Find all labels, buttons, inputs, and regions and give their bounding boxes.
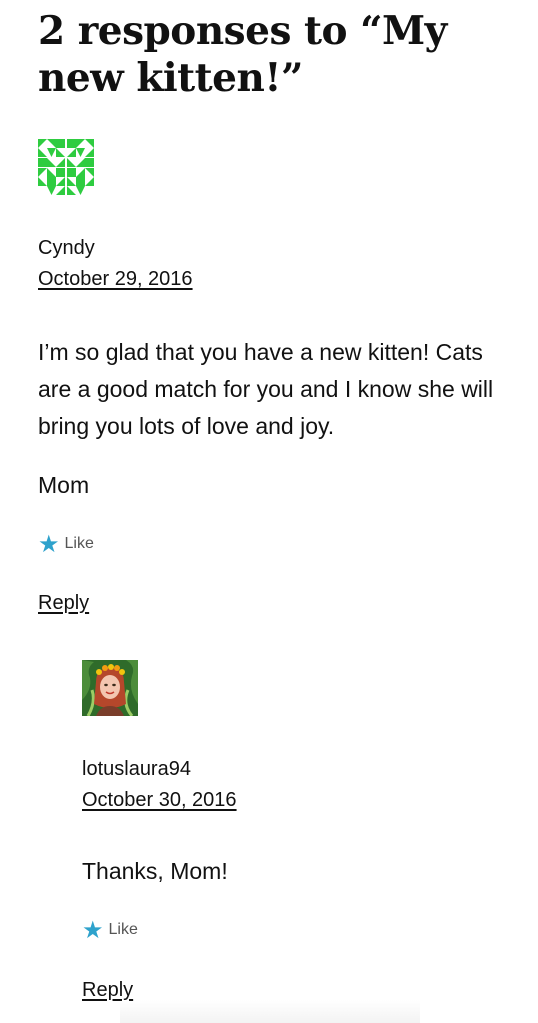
reply-link[interactable]: Reply	[82, 978, 133, 1002]
like-label: Like	[108, 921, 138, 938]
like-button[interactable]: ★ Like	[82, 918, 138, 942]
like-button[interactable]: ★ Like	[38, 532, 94, 556]
comment-date-link[interactable]: October 29, 2016	[38, 267, 193, 291]
comment-author: Cyndy	[38, 237, 95, 259]
star-icon: ★	[82, 916, 104, 944]
star-icon: ★	[38, 530, 60, 558]
comment-signature: Mom	[38, 472, 90, 498]
comment-body: Thanks, Mom!	[82, 858, 228, 884]
identicon-icon	[38, 139, 94, 195]
comment-body: I’m so glad that you have a new kitten! …	[38, 339, 494, 439]
avatar-portrait	[82, 660, 138, 716]
comments-section: 2 responses to “My new kitten!” Cyndy Oc…	[0, 0, 538, 1023]
comment-author: lotuslaura94	[82, 758, 191, 780]
bottom-fade	[120, 1000, 420, 1023]
comments-heading: 2 responses to “My new kitten!”	[38, 8, 447, 101]
avatar-identicon	[38, 139, 94, 195]
portrait-avatar-icon	[82, 660, 138, 716]
reply-link[interactable]: Reply	[38, 591, 89, 615]
comment-date-link[interactable]: October 30, 2016	[82, 788, 237, 812]
like-label: Like	[64, 535, 94, 552]
